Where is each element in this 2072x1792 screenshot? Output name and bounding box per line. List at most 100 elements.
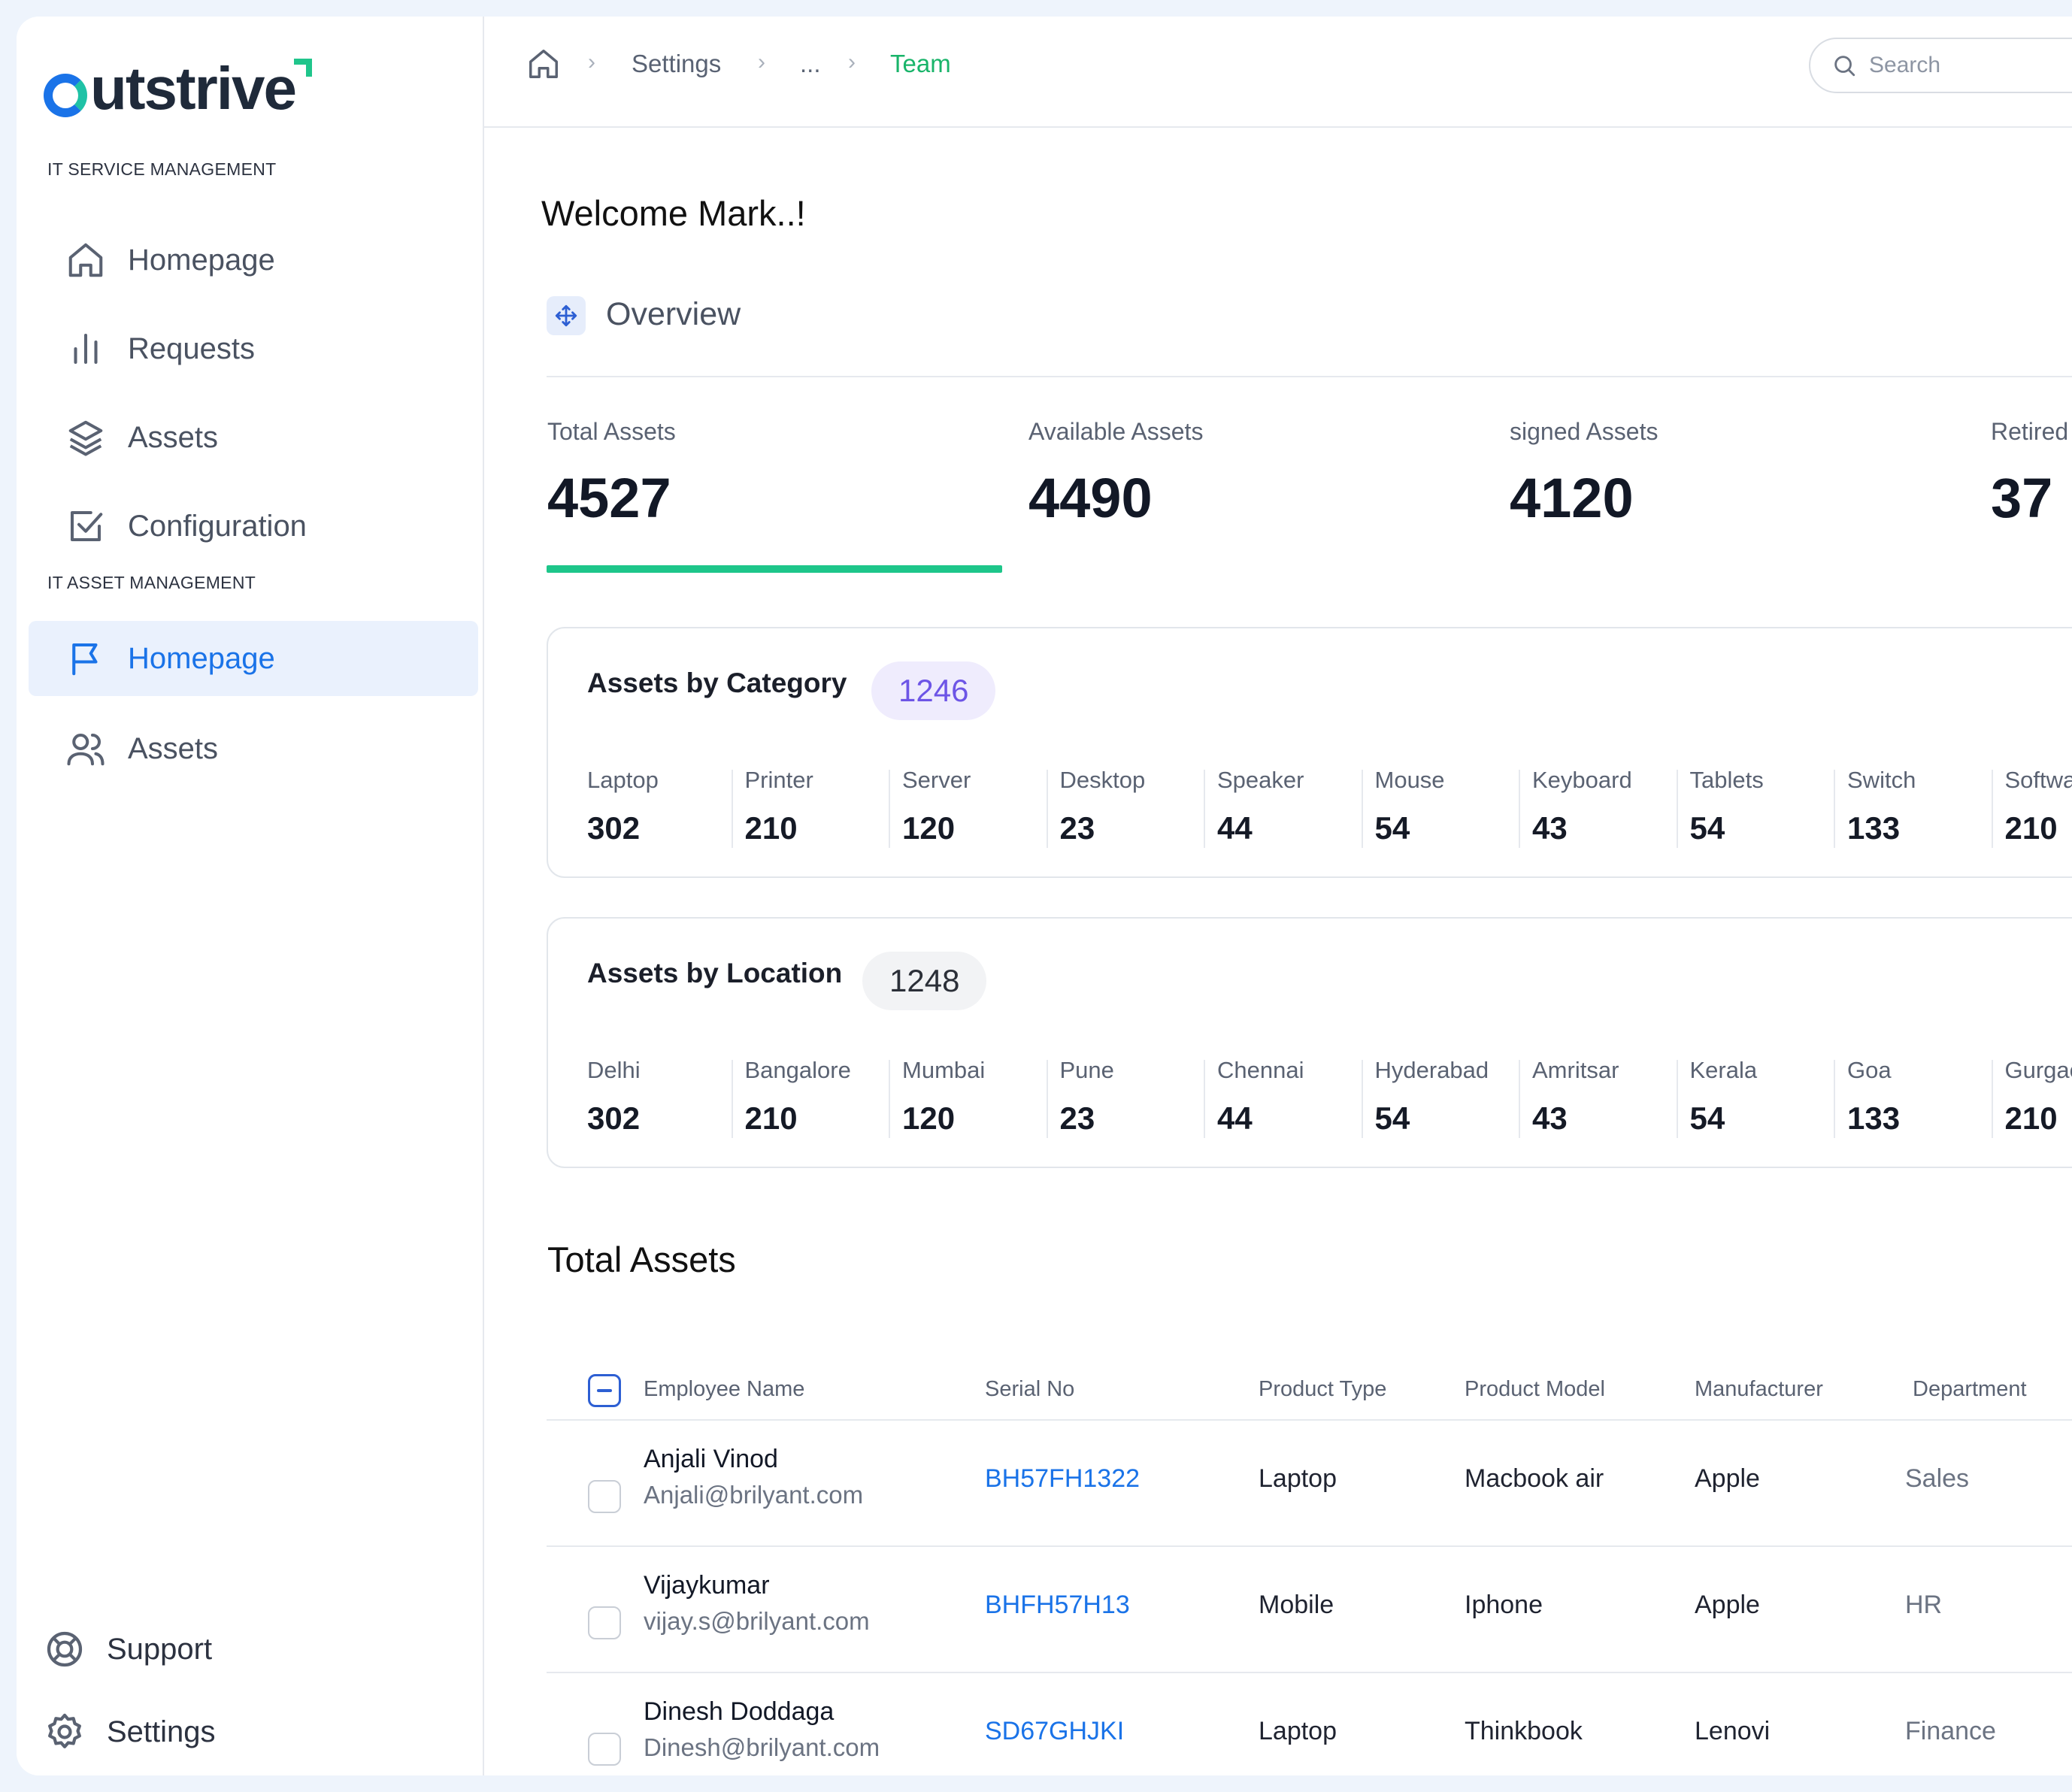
department: Finance: [1905, 1717, 1996, 1745]
check-square-icon: [65, 505, 107, 547]
cell-value: 54: [1374, 1100, 1410, 1136]
cell-value: 210: [2004, 1100, 2058, 1136]
users-icon: [65, 728, 107, 770]
cell-label: Goa: [1847, 1057, 1892, 1083]
brand-logo[interactable]: utstrive: [44, 55, 312, 123]
active-stat-indicator: [547, 565, 1002, 573]
location-cell[interactable]: Amritsar 43: [1519, 1057, 1690, 1138]
sidebar-item-homepage[interactable]: Homepage: [29, 222, 478, 298]
breadcrumb-settings[interactable]: Settings: [632, 50, 721, 78]
cell-label: Laptop: [587, 767, 659, 793]
stat-value-retired: 37: [1991, 467, 2053, 529]
cell-divider: [731, 1060, 733, 1138]
category-cell[interactable]: Tablets 54: [1676, 767, 1848, 848]
cell-label: Gurgao: [2004, 1057, 2072, 1083]
cell-label: Server: [902, 767, 971, 793]
employee-email: Anjali@brilyant.com: [644, 1481, 864, 1509]
category-cell[interactable]: Desktop 23: [1046, 767, 1218, 848]
serial-link[interactable]: BH57FH1322: [985, 1464, 1140, 1494]
location-cell[interactable]: Pune 23: [1046, 1057, 1218, 1138]
sidebar-item-label: Homepage: [128, 243, 275, 277]
category-cell[interactable]: Mouse 54: [1361, 767, 1533, 848]
location-cell[interactable]: Mumbai 120: [889, 1057, 1060, 1138]
column-header[interactable]: Serial No: [985, 1377, 1074, 1402]
cell-value: 210: [2004, 810, 2058, 846]
sidebar-item-requests[interactable]: Requests: [29, 311, 478, 386]
employee-name: Anjali Vinod: [644, 1445, 778, 1473]
cell-label: Tablets: [1689, 767, 1764, 793]
column-header[interactable]: Product Model: [1465, 1377, 1605, 1402]
select-all-checkbox[interactable]: [588, 1374, 621, 1407]
table-title: Total Assets: [547, 1240, 736, 1279]
location-cell[interactable]: Gurgao 210: [1991, 1057, 2072, 1138]
column-header[interactable]: Product Type: [1259, 1377, 1386, 1402]
welcome-heading: Welcome Mark..!: [541, 193, 806, 233]
flag-icon: [65, 637, 107, 680]
sidebar-item-asset-homepage[interactable]: Homepage: [29, 621, 478, 696]
cell-value: 302: [587, 810, 641, 846]
home-icon: [65, 239, 107, 281]
category-cell[interactable]: Server 120: [889, 767, 1060, 848]
cell-divider: [1204, 770, 1205, 848]
category-cell[interactable]: Printer 210: [731, 767, 903, 848]
cell-value: 120: [902, 1100, 956, 1136]
support-label: Support: [107, 1632, 213, 1666]
count-badge: 1248: [862, 952, 987, 1010]
settings-label: Settings: [107, 1715, 216, 1748]
stat-label-signed: signed Assets: [1510, 418, 1659, 445]
cell-label: Amritsar: [1532, 1057, 1619, 1083]
assets-by-category-card: Assets by Category 1246 Laptop 302 Printer…: [547, 627, 2072, 878]
location-cell[interactable]: Kerala 54: [1676, 1057, 1848, 1138]
breadcrumb-ellipsis[interactable]: ...: [800, 50, 821, 78]
cell-value: 44: [1217, 810, 1253, 846]
category-cell[interactable]: Keyboard 43: [1519, 767, 1690, 848]
location-cell[interactable]: Bangalore 210: [731, 1057, 903, 1138]
cell-value: 120: [902, 810, 956, 846]
breadcrumb-home-icon[interactable]: [526, 47, 561, 81]
cell-divider: [1361, 1060, 1363, 1138]
category-cell[interactable]: Laptop 302: [587, 767, 745, 848]
serial-link[interactable]: SD67GHJKI: [985, 1717, 1124, 1746]
settings-link[interactable]: Settings: [44, 1711, 216, 1753]
cell-label: Delhi: [587, 1057, 641, 1083]
column-header[interactable]: Department: [1913, 1377, 2027, 1402]
employee-email: vijay.s@brilyant.com: [644, 1607, 870, 1635]
sidebar-item-asset-assets[interactable]: Assets: [29, 711, 478, 786]
breadcrumb-team[interactable]: Team: [890, 50, 951, 78]
cell-value: 43: [1532, 1100, 1568, 1136]
row-checkbox[interactable]: [588, 1733, 621, 1766]
cell-value: 54: [1689, 810, 1725, 846]
cell-divider: [1834, 1060, 1835, 1138]
assets-by-location-card: Assets by Location 1248 Delhi 302 Bangalor…: [547, 917, 2072, 1168]
column-header[interactable]: Employee Name: [644, 1377, 804, 1402]
row-checkbox[interactable]: [588, 1480, 621, 1513]
location-cell[interactable]: Chennai 44: [1204, 1057, 1375, 1138]
support-link[interactable]: Support: [44, 1628, 212, 1670]
product-model: Thinkbook: [1465, 1717, 1583, 1745]
stat-value-total: 4527: [547, 467, 671, 529]
cell-label: Keyboard: [1532, 767, 1632, 793]
sidebar-item-configuration[interactable]: Configuration: [29, 489, 478, 564]
category-cell[interactable]: Softwa 210: [1991, 767, 2072, 848]
row-checkbox[interactable]: [588, 1606, 621, 1639]
category-cell[interactable]: Switch 133: [1834, 767, 2005, 848]
cell-divider: [1991, 1060, 1993, 1138]
stat-value-available: 4490: [1028, 467, 1153, 529]
manufacturer: Apple: [1695, 1591, 1760, 1619]
location-cell[interactable]: Delhi 302: [587, 1057, 745, 1138]
location-cell[interactable]: Goa 133: [1834, 1057, 2005, 1138]
category-cell[interactable]: Speaker 44: [1204, 767, 1375, 848]
bar-chart-icon: [65, 328, 107, 370]
stat-label-total: Total Assets: [547, 418, 676, 445]
location-cell[interactable]: Hyderabad 54: [1361, 1057, 1533, 1138]
column-header[interactable]: Manufacturer: [1695, 1377, 1823, 1402]
serial-link[interactable]: BHFH57H13: [985, 1591, 1130, 1620]
cell-value: 23: [1059, 1100, 1095, 1136]
cell-divider: [1519, 770, 1520, 848]
cell-label: Desktop: [1059, 767, 1146, 793]
search-input[interactable]: Search: [1809, 38, 2072, 93]
count-badge: 1246: [871, 661, 996, 720]
sidebar-item-assets[interactable]: Assets: [29, 400, 478, 475]
cell-label: Pune: [1059, 1057, 1114, 1083]
cell-label: Speaker: [1217, 767, 1304, 793]
